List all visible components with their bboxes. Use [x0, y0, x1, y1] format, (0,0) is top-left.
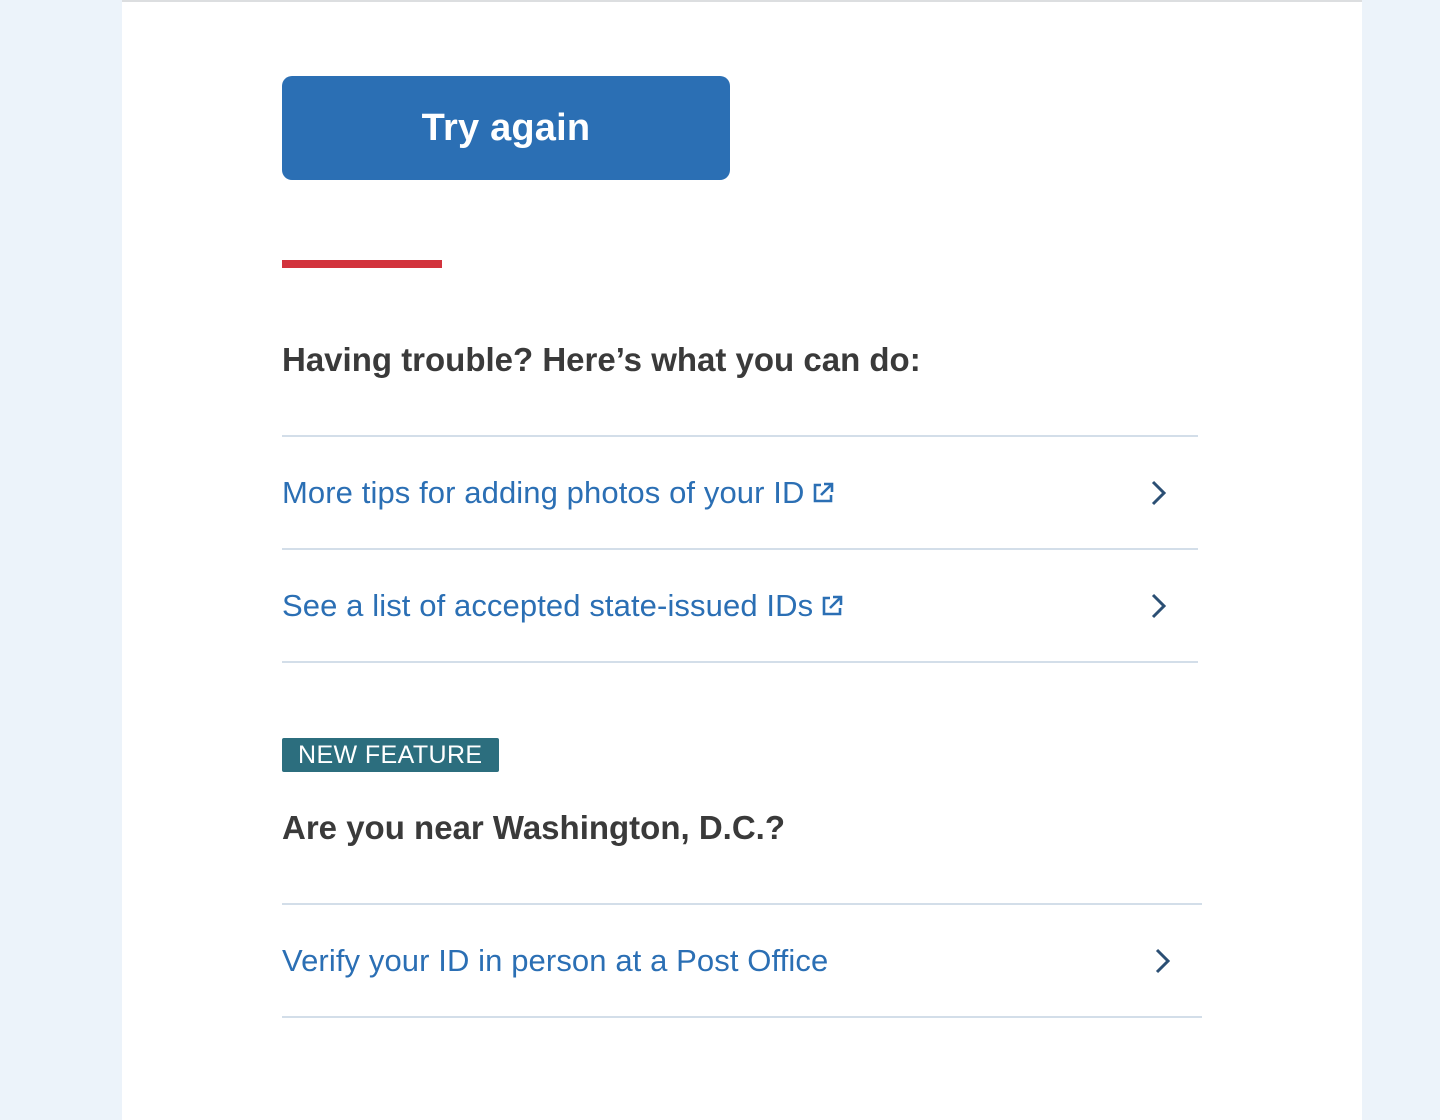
accepted-ids-link-label: See a list of accepted state-issued IDs [282, 587, 814, 623]
trouble-link-list: More tips for adding photos of your ID S… [282, 435, 1198, 663]
post-office-link-label: Verify your ID in person at a Post Offic… [282, 942, 829, 978]
chevron-right-icon [1150, 946, 1174, 976]
external-link-icon [819, 593, 845, 619]
link-text-wrap: Verify your ID in person at a Post Offic… [282, 943, 828, 979]
external-link-icon [810, 480, 836, 506]
chevron-right-icon [1146, 478, 1170, 508]
link-text-wrap: See a list of accepted state-issued IDs [282, 588, 845, 624]
trouble-heading: Having trouble? Here’s what you can do: [282, 341, 921, 378]
new-feature-badge: NEW FEATURE [282, 738, 499, 772]
link-text-wrap: More tips for adding photos of your ID [282, 475, 836, 511]
accepted-ids-link[interactable]: See a list of accepted state-issued IDs [282, 548, 1198, 663]
in-person-link-list: Verify your ID in person at a Post Offic… [282, 903, 1202, 1018]
content-card: Try again Having trouble? Here’s what yo… [122, 0, 1362, 1120]
tips-photos-link-label: More tips for adding photos of your ID [282, 474, 805, 510]
chevron-right-icon [1146, 591, 1170, 621]
accent-divider [282, 260, 442, 268]
try-again-button[interactable]: Try again [282, 76, 730, 180]
post-office-link[interactable]: Verify your ID in person at a Post Offic… [282, 903, 1202, 1018]
washington-dc-heading: Are you near Washington, D.C.? [282, 809, 785, 846]
tips-photos-link[interactable]: More tips for adding photos of your ID [282, 435, 1198, 548]
